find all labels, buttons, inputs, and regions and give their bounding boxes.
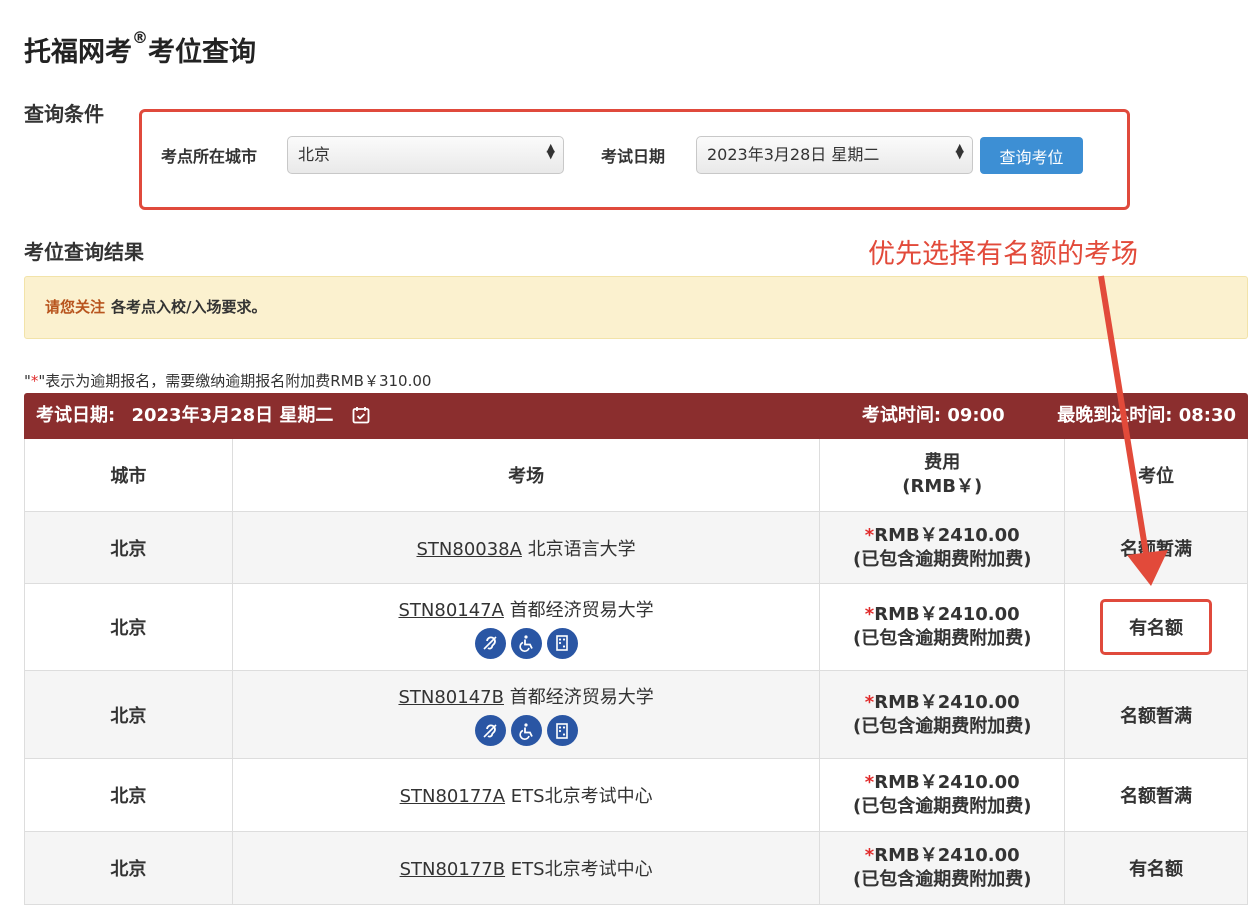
row-city: 北京 xyxy=(25,512,233,583)
late-note-prefix: " xyxy=(24,372,31,390)
row-city: 北京 xyxy=(25,832,233,904)
annotation-text: 优先选择有名额的考场 xyxy=(868,239,1138,270)
exam-time-label: 考试时间: xyxy=(861,405,942,426)
notice-box: 请您关注 各考点入校/入场要求。 xyxy=(24,276,1248,339)
wheelchair-icon[interactable] xyxy=(510,627,542,659)
row-center: STN80147B 首都经济贸易大学 xyxy=(233,671,821,758)
row-fee: *RMB￥2410.00 (已包含逾期费附加费) xyxy=(820,832,1066,904)
registered-mark: ® xyxy=(132,28,148,47)
accessibility-icons xyxy=(474,715,578,746)
select-arrows-icon: ▲ ▼ xyxy=(955,141,964,161)
table-row: 北京 STN80177B ETS北京考试中心 *RMB￥2410.00 (已包含… xyxy=(24,832,1248,905)
fee-amount: RMB￥2410.00 xyxy=(874,845,1020,866)
city-label: 考点所在城市 xyxy=(161,147,258,166)
fee-amount: RMB￥2410.00 xyxy=(874,691,1020,713)
exam-header-bar: 考试日期: 2023年3月28日 星期二 考试时间: 09:00 最晚到达时间:… xyxy=(24,393,1248,439)
exam-date-value: 2023年3月28日 星期二 xyxy=(131,405,334,426)
table-row: 北京 STN80147A 首都经济贸易大学 *RMB￥2410.00 (已包含逾… xyxy=(24,584,1248,671)
fee-note: (已包含逾期费附加费) xyxy=(853,548,1032,570)
arrival-label: 最晚到达时间: xyxy=(1057,405,1173,426)
query-seats-button[interactable]: 查询考位 xyxy=(980,137,1083,174)
table-row: 北京 STN80038A 北京语言大学 *RMB￥2410.00 (已包含逾期费… xyxy=(24,512,1248,584)
accessibility-icons xyxy=(474,627,578,659)
column-header-city: 城市 xyxy=(25,439,233,511)
notice-text: 各考点入校/入场要求。 xyxy=(111,298,267,316)
row-city: 北京 xyxy=(25,671,233,758)
seat-available-highlight[interactable]: 有名额 xyxy=(1100,599,1213,655)
page-title-text: 托福网考 xyxy=(24,37,132,68)
center-code-link[interactable]: STN80147A xyxy=(398,600,503,621)
table-row: 北京 STN80147B 首都经济贸易大学 *RMB￥2410.00 (已包含逾… xyxy=(24,671,1248,759)
fee-note: (已包含逾期费附加费) xyxy=(853,869,1032,890)
date-select[interactable]: 2023年3月28日 星期二 ▲ ▼ xyxy=(696,136,973,174)
exam-date-label: 考试日期: xyxy=(36,405,116,426)
arrival-value: 08:30 xyxy=(1178,405,1236,426)
row-center: STN80038A 北京语言大学 xyxy=(233,512,821,583)
late-star: * xyxy=(864,691,875,713)
row-seat-status[interactable]: 有名额 xyxy=(1065,584,1248,670)
query-heading: 查询条件 xyxy=(24,102,104,126)
hearing-icon[interactable] xyxy=(474,627,506,659)
column-header-center: 考场 xyxy=(233,439,821,511)
late-note-text: "表示为逾期报名，需要缴纳逾期报名附加费RMB￥310.00 xyxy=(38,372,432,390)
center-name: 首都经济贸易大学 xyxy=(509,687,654,708)
column-header-fee: 费用 (RMB￥) xyxy=(820,439,1066,511)
center-code-link[interactable]: STN80177B xyxy=(400,859,506,880)
row-seat-status: 有名额 xyxy=(1065,832,1248,904)
row-seat-status: 名额暂满 xyxy=(1065,759,1248,831)
hearing-icon[interactable] xyxy=(474,715,506,746)
center-code-link[interactable]: STN80038A xyxy=(416,539,521,560)
table-header-row: 城市 考场 费用 (RMB￥) 考位 xyxy=(24,439,1248,512)
fee-amount: RMB￥2410.00 xyxy=(874,524,1020,546)
city-select-value: 北京 xyxy=(298,145,331,164)
fee-amount: RMB￥2410.00 xyxy=(874,772,1020,793)
calendar-icon[interactable] xyxy=(352,396,370,442)
exam-time-value: 09:00 xyxy=(947,405,1005,426)
results-heading: 考位查询结果 xyxy=(24,240,144,264)
fee-note: (已包含逾期费附加费) xyxy=(853,796,1032,817)
table-row: 北京 STN80177A ETS北京考试中心 *RMB￥2410.00 (已包含… xyxy=(24,759,1248,832)
page-title-suffix: 考位查询 xyxy=(148,37,256,68)
center-name: ETS北京考试中心 xyxy=(510,786,653,807)
column-header-seat: 考位 xyxy=(1065,439,1248,511)
date-label: 考试日期 xyxy=(601,147,666,166)
row-fee: *RMB￥2410.00 (已包含逾期费附加费) xyxy=(820,759,1066,831)
row-fee: *RMB￥2410.00 (已包含逾期费附加费) xyxy=(820,512,1066,583)
fee-note: (已包含逾期费附加费) xyxy=(853,715,1032,737)
notice-strong: 请您关注 xyxy=(45,298,106,316)
row-city: 北京 xyxy=(25,584,233,670)
late-star: * xyxy=(864,524,875,546)
late-star: * xyxy=(864,845,875,866)
row-center: STN80177A ETS北京考试中心 xyxy=(233,759,821,831)
late-star: * xyxy=(864,604,875,625)
page-title: 托福网考®考位查询 xyxy=(24,28,256,69)
date-select-value: 2023年3月28日 星期二 xyxy=(707,145,880,164)
center-name: ETS北京考试中心 xyxy=(510,859,653,880)
fee-header-line2: (RMB￥) xyxy=(902,476,983,497)
late-star: * xyxy=(864,772,875,793)
row-center: STN80147A 首都经济贸易大学 xyxy=(233,584,821,670)
center-code-link[interactable]: STN80147B xyxy=(398,687,504,708)
fee-header-line1: 费用 xyxy=(924,452,961,473)
row-seat-status: 名额暂满 xyxy=(1065,671,1248,758)
center-code-link[interactable]: STN80177A xyxy=(400,786,505,807)
row-fee: *RMB￥2410.00 (已包含逾期费附加费) xyxy=(820,671,1066,758)
fee-amount: RMB￥2410.00 xyxy=(874,604,1020,625)
row-seat-status: 名额暂满 xyxy=(1065,512,1248,583)
braille-icon[interactable] xyxy=(546,715,578,746)
center-name: 首都经济贸易大学 xyxy=(509,599,654,621)
city-select[interactable]: 北京 ▲ ▼ xyxy=(287,136,564,174)
wheelchair-icon[interactable] xyxy=(510,715,542,746)
late-fee-note: "*"表示为逾期报名，需要缴纳逾期报名附加费RMB￥310.00 xyxy=(24,370,431,391)
row-center: STN80177B ETS北京考试中心 xyxy=(233,832,821,904)
fee-note: (已包含逾期费附加费) xyxy=(853,628,1032,649)
select-arrows-icon: ▲ ▼ xyxy=(546,141,555,161)
row-city: 北京 xyxy=(25,759,233,831)
braille-icon[interactable] xyxy=(546,627,578,659)
center-name: 北京语言大学 xyxy=(527,538,636,560)
row-fee: *RMB￥2410.00 (已包含逾期费附加费) xyxy=(820,584,1066,670)
results-table: 考试日期: 2023年3月28日 星期二 考试时间: 09:00 最晚到达时间:… xyxy=(24,393,1248,905)
